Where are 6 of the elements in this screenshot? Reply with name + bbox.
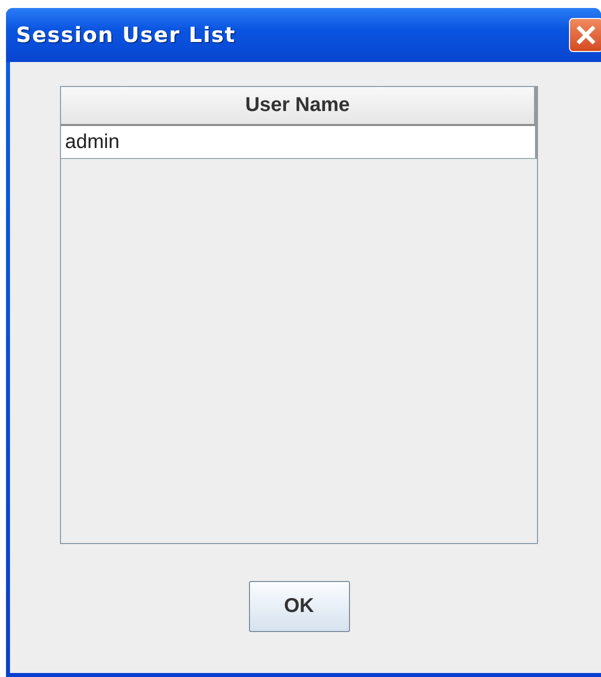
window-title: Session User List bbox=[16, 23, 236, 47]
close-button[interactable] bbox=[569, 18, 601, 52]
close-icon bbox=[575, 24, 597, 46]
table-cell[interactable]: admin bbox=[61, 126, 537, 159]
column-header[interactable]: User Name bbox=[61, 87, 537, 126]
ok-button[interactable]: OK bbox=[248, 581, 350, 632]
